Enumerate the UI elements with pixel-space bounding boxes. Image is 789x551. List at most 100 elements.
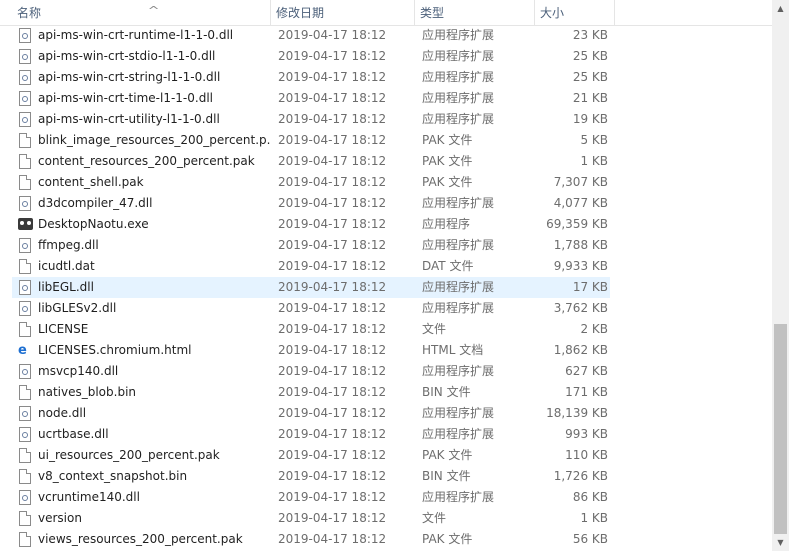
file-type: BIN 文件 bbox=[422, 385, 471, 399]
file-row[interactable]: DesktopNaotu.exe 2019-04-17 18:12 应用程序 69,3… bbox=[12, 214, 610, 235]
file-name: api-ms-win-crt-runtime-l1-1-0.dll bbox=[38, 28, 234, 42]
file-type: 应用程序扩展 bbox=[422, 280, 495, 294]
file-icon bbox=[19, 175, 31, 190]
dll-icon bbox=[19, 427, 31, 442]
file-type: 应用程序扩展 bbox=[422, 406, 495, 420]
file-type: 文件 bbox=[422, 511, 447, 525]
file-row[interactable]: ffmpeg.dll 2019-04-17 18:12 应用程序扩展 1,788 KB bbox=[12, 235, 610, 256]
file-modified-date: 2019-04-17 18:12 bbox=[278, 343, 387, 357]
file-name: version bbox=[38, 511, 82, 525]
file-name: icudtl.dat bbox=[38, 259, 95, 273]
file-size: 18,139 KB bbox=[546, 406, 608, 420]
file-row[interactable]: LICENSE 2019-04-17 18:12 文件 2 KB bbox=[12, 319, 610, 340]
file-row[interactable]: natives_blob.bin 2019-04-17 18:12 BIN 文件 17… bbox=[12, 382, 610, 403]
file-row[interactable]: libEGL.dll 2019-04-17 18:12 应用程序扩展 17 KB bbox=[12, 277, 610, 298]
file-modified-date: 2019-04-17 18:12 bbox=[278, 28, 387, 42]
file-size: 627 KB bbox=[565, 364, 608, 378]
file-row[interactable]: version 2019-04-17 18:12 文件 1 KB bbox=[12, 508, 610, 529]
file-row[interactable]: node.dll 2019-04-17 18:12 应用程序扩展 18,139 KB bbox=[12, 403, 610, 424]
file-size: 9,933 KB bbox=[553, 259, 608, 273]
file-row[interactable]: libGLESv2.dll 2019-04-17 18:12 应用程序扩展 3,762… bbox=[12, 298, 610, 319]
file-row[interactable]: blink_image_resources_200_percent.p... 20… bbox=[12, 130, 610, 151]
column-date-label: 修改日期 bbox=[276, 6, 325, 20]
file-row[interactable]: vcruntime140.dll 2019-04-17 18:12 应用程序扩展 86… bbox=[12, 487, 610, 508]
file-name: content_resources_200_percent.pak bbox=[38, 154, 255, 168]
scroll-down-icon[interactable]: ▼ bbox=[772, 534, 789, 551]
file-row[interactable]: content_shell.pak 2019-04-17 18:12 PAK 文件 7… bbox=[12, 172, 610, 193]
file-row[interactable]: msvcp140.dll 2019-04-17 18:12 应用程序扩展 627 KB bbox=[12, 361, 610, 382]
file-size: 1 KB bbox=[580, 154, 608, 168]
file-type: BIN 文件 bbox=[422, 469, 471, 483]
file-type: 应用程序扩展 bbox=[422, 91, 495, 105]
file-modified-date: 2019-04-17 18:12 bbox=[278, 196, 387, 210]
file-modified-date: 2019-04-17 18:12 bbox=[278, 133, 387, 147]
file-modified-date: 2019-04-17 18:12 bbox=[278, 154, 387, 168]
file-row[interactable]: ui_resources_200_percent.pak 2019-04-17 1… bbox=[12, 445, 610, 466]
scrollbar-thumb[interactable] bbox=[774, 324, 787, 534]
file-size: 25 KB bbox=[572, 70, 608, 84]
file-size: 1,788 KB bbox=[553, 238, 608, 252]
file-size: 1 KB bbox=[580, 511, 608, 525]
file-size: 171 KB bbox=[565, 385, 608, 399]
file-name: libGLESv2.dll bbox=[38, 301, 117, 315]
file-type: 应用程序扩展 bbox=[422, 49, 495, 63]
column-header-date[interactable]: 修改日期 bbox=[271, 0, 415, 25]
file-type: 文件 bbox=[422, 322, 447, 336]
column-header-name[interactable]: 名称 ^ bbox=[12, 0, 271, 25]
file-type: DAT 文件 bbox=[422, 259, 474, 273]
html-icon: e bbox=[18, 343, 27, 358]
file-size: 25 KB bbox=[572, 49, 608, 63]
file-modified-date: 2019-04-17 18:12 bbox=[278, 511, 387, 525]
column-header-type[interactable]: 类型 bbox=[415, 0, 535, 25]
file-row[interactable]: content_resources_200_percent.pak 2019-04… bbox=[12, 151, 610, 172]
file-modified-date: 2019-04-17 18:12 bbox=[278, 112, 387, 126]
file-row[interactable]: api-ms-win-crt-stdio-l1-1-0.dll 2019-04-1… bbox=[12, 46, 610, 67]
file-name: api-ms-win-crt-stdio-l1-1-0.dll bbox=[38, 49, 216, 63]
file-size: 993 KB bbox=[565, 427, 608, 441]
file-modified-date: 2019-04-17 18:12 bbox=[278, 490, 387, 504]
file-size: 19 KB bbox=[572, 112, 608, 126]
file-icon bbox=[19, 532, 31, 547]
file-modified-date: 2019-04-17 18:12 bbox=[278, 322, 387, 336]
dll-icon bbox=[19, 28, 31, 43]
file-row[interactable]: d3dcompiler_47.dll 2019-04-17 18:12 应用程序扩展… bbox=[12, 193, 610, 214]
dll-icon bbox=[19, 364, 31, 379]
file-name: node.dll bbox=[38, 406, 87, 420]
file-row[interactable]: api-ms-win-crt-time-l1-1-0.dll 2019-04-17… bbox=[12, 88, 610, 109]
file-row[interactable]: api-ms-win-crt-string-l1-1-0.dll 2019-04-… bbox=[12, 67, 610, 88]
file-row[interactable]: api-ms-win-crt-utility-l1-1-0.dll 2019-04… bbox=[12, 109, 610, 130]
column-header: 名称 ^ 修改日期 类型 大小 bbox=[0, 0, 772, 26]
file-row[interactable]: v8_context_snapshot.bin 2019-04-17 18:12 B… bbox=[12, 466, 610, 487]
file-name: vcruntime140.dll bbox=[38, 490, 140, 504]
file-size: 1,862 KB bbox=[553, 343, 608, 357]
file-size: 110 KB bbox=[565, 448, 608, 462]
file-size: 7,307 KB bbox=[553, 175, 608, 189]
file-type: HTML 文档 bbox=[422, 343, 484, 357]
scroll-up-icon[interactable]: ▲ bbox=[772, 0, 789, 17]
column-type-label: 类型 bbox=[420, 6, 445, 20]
file-size: 4,077 KB bbox=[553, 196, 608, 210]
file-type: 应用程序扩展 bbox=[422, 301, 495, 315]
file-type: 应用程序扩展 bbox=[422, 427, 495, 441]
file-size: 23 KB bbox=[572, 28, 608, 42]
file-row[interactable]: icudtl.dat 2019-04-17 18:12 DAT 文件 9,933 KB bbox=[12, 256, 610, 277]
sort-ascending-icon: ^ bbox=[147, 4, 160, 17]
file-row[interactable]: ucrtbase.dll 2019-04-17 18:12 应用程序扩展 993 KB bbox=[12, 424, 610, 445]
file-name: msvcp140.dll bbox=[38, 364, 119, 378]
file-type: 应用程序扩展 bbox=[422, 70, 495, 84]
file-row[interactable]: api-ms-win-crt-runtime-l1-1-0.dll 2019-04… bbox=[12, 25, 610, 46]
file-size: 21 KB bbox=[572, 91, 608, 105]
file-modified-date: 2019-04-17 18:12 bbox=[278, 49, 387, 63]
file-row[interactable]: views_resources_200_percent.pak 2019-04-1… bbox=[12, 529, 610, 550]
file-size: 56 KB bbox=[572, 532, 608, 546]
file-name: api-ms-win-crt-string-l1-1-0.dll bbox=[38, 70, 221, 84]
dll-icon bbox=[19, 112, 31, 127]
file-modified-date: 2019-04-17 18:12 bbox=[278, 406, 387, 420]
file-row[interactable]: e LICENSES.chromium.html 2019-04-17 18:12 H… bbox=[12, 340, 610, 361]
column-header-size[interactable]: 大小 bbox=[535, 0, 615, 25]
file-size: 1,726 KB bbox=[553, 469, 608, 483]
file-modified-date: 2019-04-17 18:12 bbox=[278, 91, 387, 105]
vertical-scrollbar[interactable]: ▲ ▼ bbox=[772, 0, 789, 551]
file-modified-date: 2019-04-17 18:12 bbox=[278, 280, 387, 294]
file-type: 应用程序 bbox=[422, 217, 471, 231]
